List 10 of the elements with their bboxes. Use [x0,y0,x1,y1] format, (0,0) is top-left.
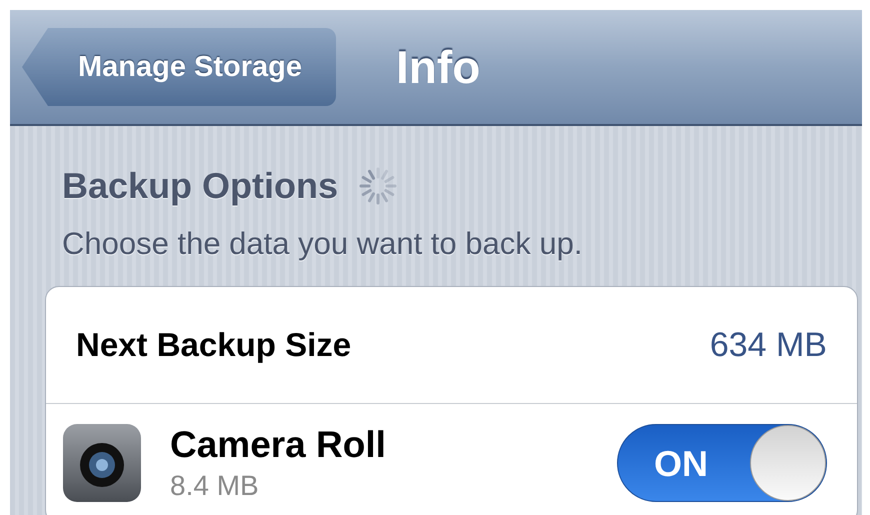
section-title: Backup Options [62,165,338,207]
row-detail: 8.4 MB [170,470,260,502]
section-description: Choose the data you want to back up. [62,226,584,262]
camera-icon [62,423,142,503]
row-label: Next Backup Size [76,326,352,364]
row-label: Camera Roll [170,424,387,466]
row-value: 634 MB [710,326,827,364]
toggle-switch[interactable]: ON [617,424,827,502]
back-button[interactable]: Manage Storage [22,28,336,106]
screen-title: Info [396,40,480,94]
